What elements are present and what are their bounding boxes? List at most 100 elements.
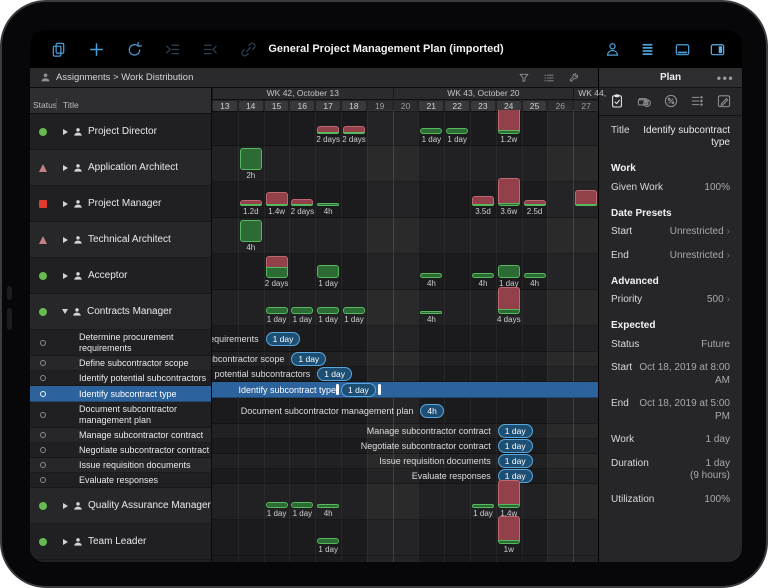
row-determine-procurement-requirements[interactable]: Determine procurement requirements [30, 330, 211, 356]
view-options-icon[interactable] [543, 72, 555, 84]
chart-row-identify-potential-subcontractors[interactable]: Identify potential subcontractors1 day [212, 367, 598, 382]
gantt-bar[interactable]: 4h [524, 273, 546, 278]
menu-icon[interactable] [639, 41, 656, 58]
gantt-bar[interactable]: 3.6w [498, 178, 520, 206]
indent-icon[interactable] [164, 41, 181, 58]
money-icon[interactable] [636, 93, 652, 109]
disclosure-collapsed-icon[interactable] [63, 237, 68, 243]
gantt-bar[interactable]: 1 day [343, 307, 365, 314]
undo-icon[interactable] [126, 41, 143, 58]
chart-row-quality-assurance-manager[interactable]: 1 day1 day4h1 day1.4w [212, 484, 598, 520]
row-acceptor[interactable]: Acceptor [30, 258, 211, 294]
gantt-bar[interactable]: 1.2d [240, 200, 262, 206]
chart-row-evaluate-responses[interactable]: Evaluate responses1 day [212, 469, 598, 484]
breadcrumb[interactable]: Assignments > Work Distribution [30, 68, 598, 88]
disclosure-collapsed-icon[interactable] [63, 503, 68, 509]
gantt-bar[interactable]: 4h [317, 203, 339, 206]
row-application-architect[interactable]: Application Architect [30, 150, 211, 186]
gantt-bar[interactable]: 1 day [266, 502, 288, 508]
field-start[interactable]: StartOct 18, 2019 at 8:00 AM [599, 357, 742, 393]
outdent-icon[interactable] [202, 41, 219, 58]
gantt-bar[interactable]: 1.2w [498, 110, 520, 134]
gantt-bar[interactable] [575, 190, 597, 206]
chart-row-technical-architect[interactable]: 4h [212, 218, 598, 254]
drag-handle[interactable] [378, 384, 381, 395]
chart-row-project-director[interactable]: 2 days2 days1 day1 day1.2w [212, 110, 598, 146]
gantt-bar[interactable]: 1 day [498, 265, 520, 278]
chart-row-contracts-manager[interactable]: 1 day1 day1 day1 day4h4 days [212, 290, 598, 326]
filter-icon[interactable] [518, 72, 530, 84]
link-icon[interactable] [240, 41, 257, 58]
gantt-bar[interactable]: 1 day [266, 307, 288, 314]
duration-badge[interactable]: 1 day [498, 424, 533, 438]
gantt-bar[interactable]: 2 days [291, 199, 313, 206]
chart-row-application-architect[interactable]: 2h [212, 146, 598, 182]
gantt-bar[interactable]: 1 day [420, 128, 442, 134]
clipboard-check-icon[interactable] [609, 93, 625, 109]
chart-row-team-leader[interactable]: 1 day1w [212, 520, 598, 556]
field-duration[interactable]: Duration1 day (9 hours) [599, 452, 742, 488]
row-contracts-manager[interactable]: Contracts Manager [30, 294, 211, 330]
row-evaluate-responses[interactable]: Evaluate responses [30, 473, 211, 488]
chart-row-define-subcontractor-scope[interactable]: Define subcontractor scope1 day [212, 352, 598, 367]
duration-badge[interactable]: 1 day [317, 367, 352, 381]
chart-row-acceptor[interactable]: 2 days1 day4h4h1 day4h [212, 254, 598, 290]
row-negotiate-subcontractor-contract[interactable]: Negotiate subcontractor contract [30, 443, 211, 458]
gantt-bar[interactable]: 1.4w [266, 192, 288, 206]
gantt-bar[interactable]: 4h [420, 311, 442, 314]
disclosure-collapsed-icon[interactable] [63, 273, 68, 279]
gantt-bar[interactable]: 2 days [343, 126, 365, 134]
disclosure-collapsed-icon[interactable] [63, 201, 68, 207]
gantt-bar[interactable]: 1.4w [498, 480, 520, 508]
drag-handle[interactable] [336, 384, 339, 395]
disclosure-expanded-icon[interactable] [62, 309, 68, 314]
gantt-bar[interactable]: 2.5d [524, 200, 546, 206]
row-identify-subcontract-type[interactable]: Identify subcontract type [30, 386, 211, 402]
duration-badge[interactable]: 1 day [498, 439, 533, 453]
field-title[interactable]: TitleIdentify subcontract type [599, 119, 742, 155]
chart-row-manage-subcontractor-contract[interactable]: Manage subcontractor contract1 day [212, 424, 598, 439]
duration-badge[interactable]: 1 day [498, 454, 533, 468]
gantt-bar[interactable]: 1w [498, 516, 520, 544]
field-utilization[interactable]: Utilization100% [599, 488, 742, 512]
row-team-leader[interactable]: Team Leader [30, 524, 211, 560]
panel-bottom-icon[interactable] [674, 41, 691, 58]
duration-badge[interactable]: 1 day [291, 352, 326, 366]
more-options-icon[interactable]: ●●● [717, 73, 735, 82]
row-quality-assurance-manager[interactable]: Quality Assurance Manager [30, 488, 211, 524]
duration-badge[interactable]: 4h [420, 404, 443, 418]
disclosure-collapsed-icon[interactable] [63, 129, 68, 135]
selected-badge-scrubber[interactable]: 1 day [336, 383, 381, 397]
gantt-bar[interactable]: 2 days [317, 126, 339, 134]
tools-icon[interactable] [568, 72, 580, 84]
gantt-bar[interactable]: 1 day [472, 504, 494, 508]
field-priority[interactable]: Priority500› [599, 289, 742, 313]
field-work[interactable]: Work1 day [599, 429, 742, 453]
row-document-subcontractor-management-plan[interactable]: Document subcontractor management plan [30, 402, 211, 428]
gantt-bar[interactable]: 4h [472, 273, 494, 278]
row-issue-requisition-documents[interactable]: Issue requisition documents [30, 458, 211, 473]
field-given-work[interactable]: Given Work100% [599, 176, 742, 200]
list-icon[interactable] [689, 93, 705, 109]
add-icon[interactable] [88, 41, 105, 58]
gantt-bar[interactable]: 2h [240, 148, 262, 170]
gantt-bar[interactable]: 2 days [266, 256, 288, 278]
row-identify-potential-subcontractors[interactable]: Identify potential subcontractors [30, 371, 211, 386]
row-project-director[interactable]: Project Director [30, 114, 211, 150]
disclosure-collapsed-icon[interactable] [63, 539, 68, 545]
field-end[interactable]: EndUnrestricted› [599, 244, 742, 268]
documents-icon[interactable] [50, 41, 67, 58]
chart-row-project-manager[interactable]: 1.2d1.4w2 days4h3.5d3.6w2.5d [212, 182, 598, 218]
gantt-bar[interactable]: 1 day [291, 502, 313, 508]
duration-badge[interactable]: 1 day [341, 383, 376, 397]
field-status[interactable]: StatusFuture [599, 333, 742, 357]
chart-row-determine-procurement-requirements[interactable]: Determine procurement requirements1 day [212, 326, 598, 352]
gantt-bar[interactable]: 4h [240, 220, 262, 242]
field-start[interactable]: StartUnrestricted› [599, 221, 742, 245]
resources-icon[interactable] [604, 41, 621, 58]
chart-row-document-subcontractor-management-plan[interactable]: Document subcontractor management plan4h [212, 398, 598, 424]
gantt-bar[interactable]: 3.5d [472, 196, 494, 206]
gantt-bar[interactable]: 1 day [317, 538, 339, 544]
chart-row-issue-requisition-documents[interactable]: Issue requisition documents1 day [212, 454, 598, 469]
chart-row-identify-subcontract-type[interactable]: Identify subcontract type1 day [212, 382, 598, 398]
